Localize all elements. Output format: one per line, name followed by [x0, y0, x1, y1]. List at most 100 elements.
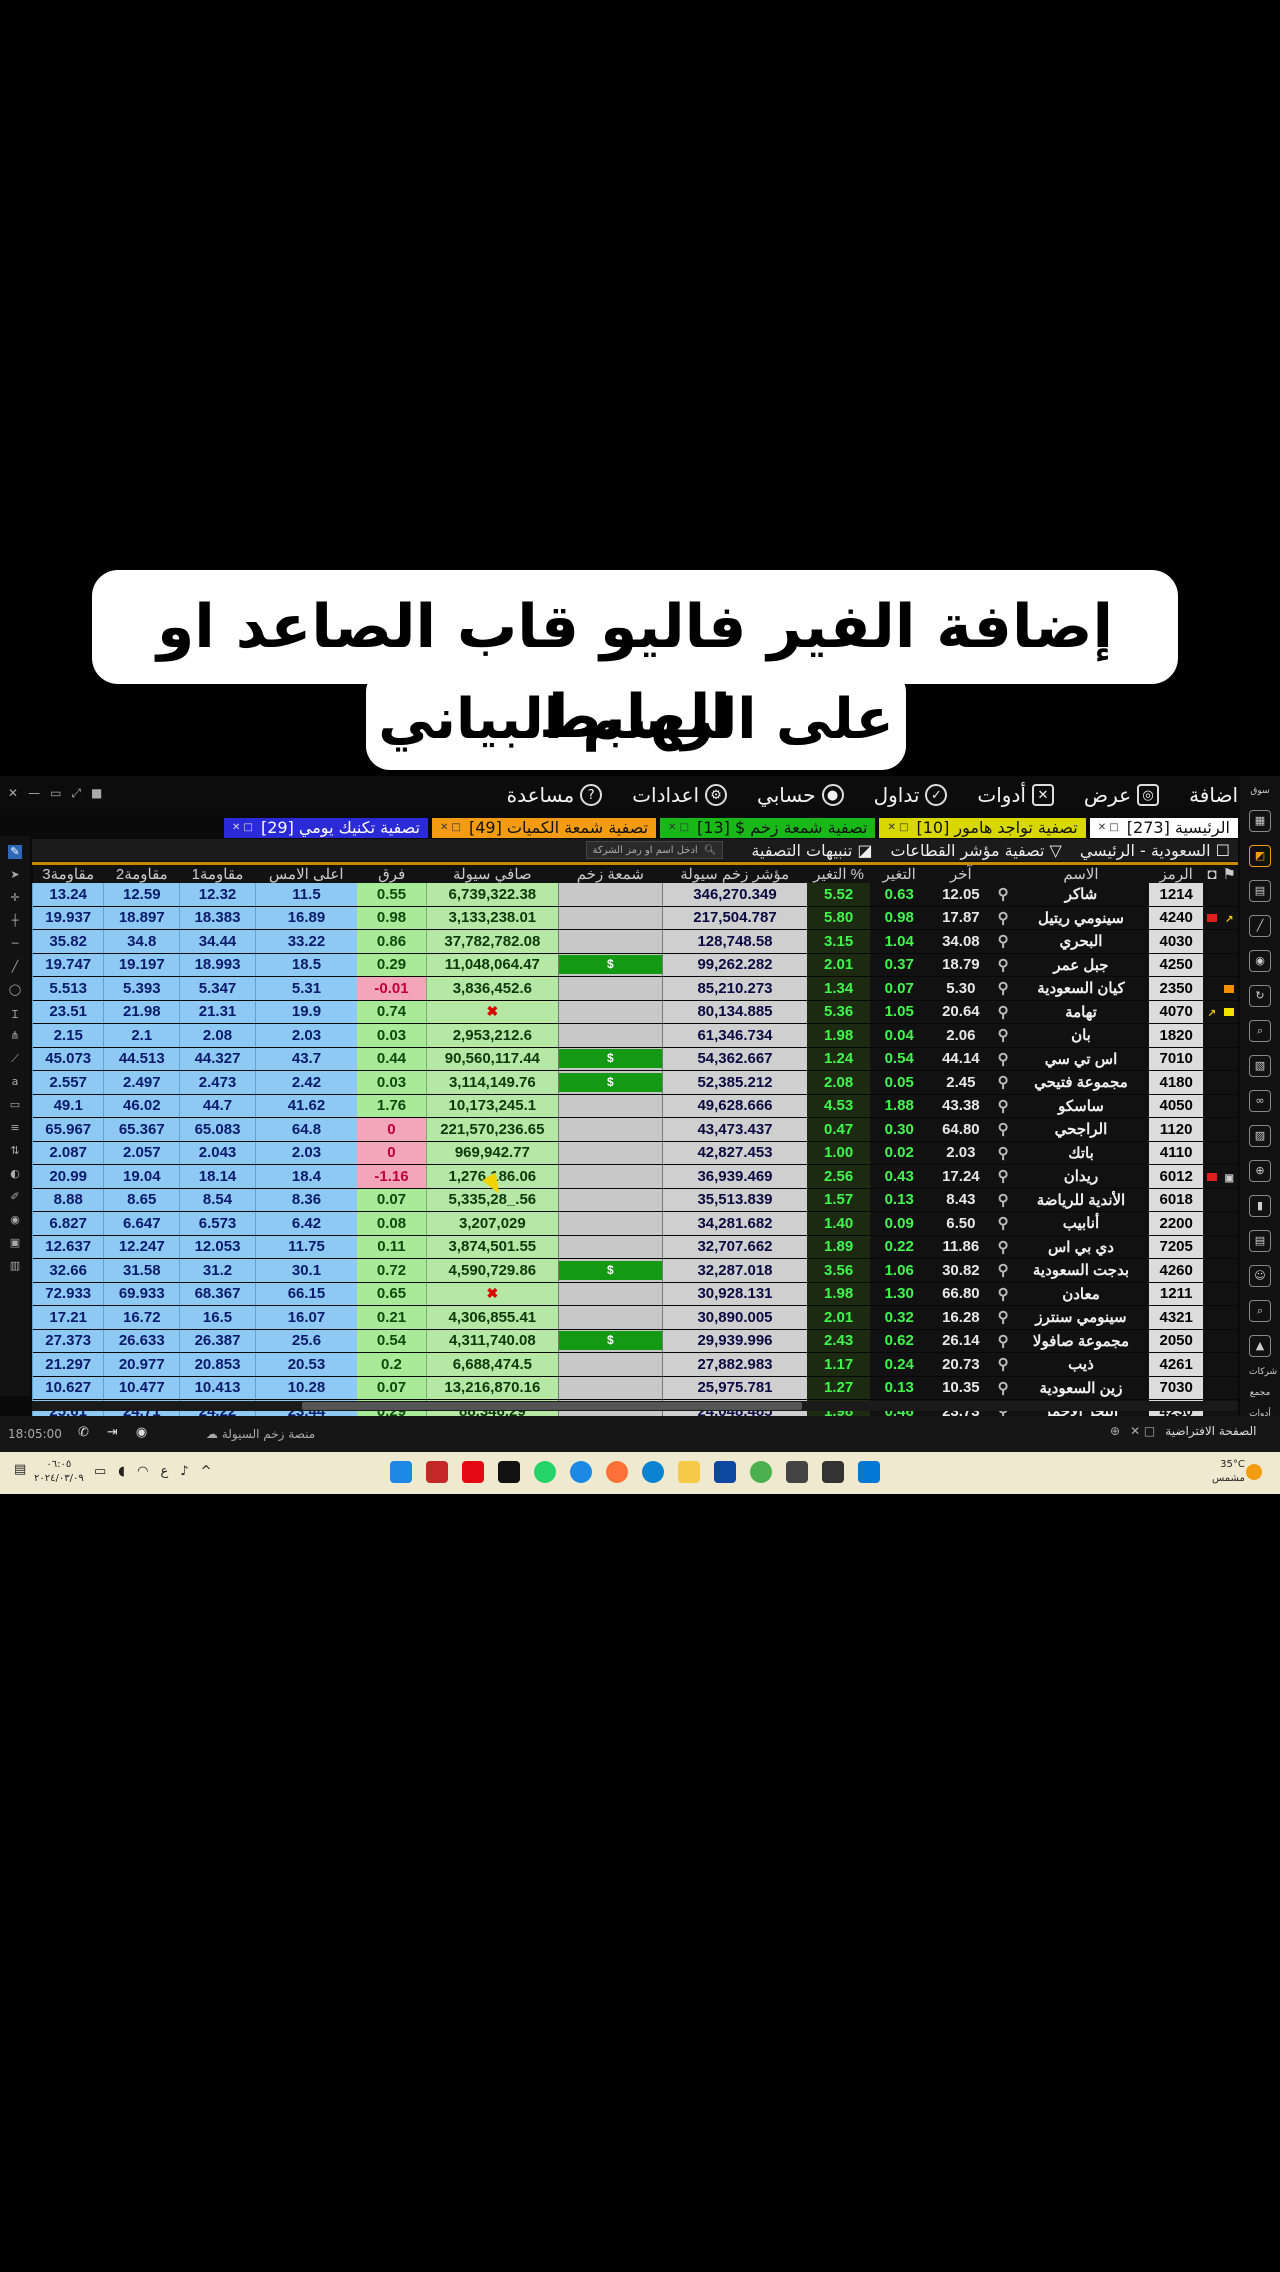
whatsapp-icon[interactable] — [534, 1461, 556, 1483]
table-row[interactable]: 32.66 31.58 31.2 30.1 0.72 4,590,729.86 $32,28… — [31, 1258, 1238, 1283]
logout-icon[interactable]: ⇥ — [107, 1425, 118, 1440]
table-row[interactable]: 49.1 46.02 44.7 41.62 1.76 10,173,245.1 49,628… — [31, 1094, 1238, 1118]
col-high[interactable]: اعلى الامس — [255, 865, 358, 883]
fib-icon[interactable]: ≡ — [8, 1121, 22, 1135]
table-row[interactable]: 12.637 12.247 12.053 11.75 0.11 3,874,501.55 3… — [31, 1235, 1238, 1259]
col-r1[interactable]: مقاومة1 — [179, 865, 256, 883]
col-r2[interactable]: مقاومة2 — [103, 865, 180, 883]
vscode-icon[interactable] — [390, 1461, 412, 1483]
col-last[interactable]: آخر — [928, 865, 994, 883]
menu-tools[interactable]: ✕ أدوات — [977, 783, 1054, 807]
trading-app-icon[interactable] — [822, 1461, 844, 1483]
table-row[interactable]: 72.933 69.933 68.367 66.15 0.65 ✖ 30,928.131 1.… — [31, 1282, 1238, 1306]
tab-close-icon[interactable]: □ ✕ — [887, 818, 908, 838]
ray-icon[interactable]: ⟋ — [8, 1052, 22, 1066]
col-candle[interactable]: شمعة زخم — [558, 865, 663, 883]
minimize-icon[interactable]: — — [28, 786, 40, 801]
expand-icon[interactable]: ⤢ — [71, 786, 81, 801]
pencil-icon[interactable]: ✎ — [8, 845, 22, 859]
col-diff[interactable]: فرق — [357, 865, 427, 883]
table-row[interactable]: 20.99 19.04 18.14 18.4 -1.16 1,276,186.06 36,9… — [31, 1164, 1238, 1189]
text-cursor-icon[interactable]: Ｉ — [8, 1006, 22, 1021]
trend-line-icon[interactable]: ╱ — [8, 960, 22, 974]
firefox-icon[interactable] — [606, 1461, 628, 1483]
calculator-icon[interactable]: ▧ — [1249, 1055, 1271, 1077]
col-pct[interactable]: التغير % — [807, 865, 870, 883]
tab-momentum[interactable]: تصفية شمعة زخم $ [13] □ ✕ — [660, 818, 876, 838]
person-icon[interactable]: ☺ — [1249, 1265, 1271, 1287]
screen-recorder-icon[interactable] — [426, 1461, 448, 1483]
table-row[interactable]: 35.82 34.8 34.44 33.22 0.86 37,782,782.08 128,… — [31, 929, 1238, 954]
col-name[interactable]: الاسم — [1012, 865, 1150, 883]
clock[interactable]: ٠٦:٠٥ ٢٠٢٤/٠٣/٠٩ — [34, 1458, 84, 1486]
wifi-icon[interactable]: ◠ — [137, 1464, 148, 1479]
search-input[interactable]: 🔍︎ ادخل اسم او رمز الشركة — [585, 841, 724, 859]
tab-hamour[interactable]: تصفية تواجد هامور [10] □ ✕ — [879, 818, 1086, 838]
arrows-icon[interactable]: ⇅ — [8, 1144, 22, 1158]
chart-icon[interactable]: ▦ — [1249, 810, 1271, 832]
table-row[interactable]: 5.513 5.393 5.347 5.31 -0.01 3,836,452.6 85,21… — [31, 976, 1238, 1001]
page-close-icon[interactable]: ✕ □ — [1130, 1424, 1155, 1438]
mic-icon[interactable]: ♪ — [180, 1464, 188, 1479]
tab-close-icon[interactable]: □ ✕ — [232, 818, 253, 838]
target-icon[interactable]: ⊕ — [1249, 1160, 1271, 1182]
page-tab[interactable]: ⊕ ✕ □ الصفحة الافتراضية — [1110, 1424, 1256, 1438]
eye-icon[interactable]: ◉ — [8, 1213, 22, 1227]
col-code[interactable]: الرمز — [1149, 865, 1204, 883]
table-row[interactable]: 21.297 20.977 20.853 20.53 0.2 6,688,474.5 27,… — [31, 1352, 1238, 1377]
table-row[interactable]: 45.073 44.513 44.327 43.7 0.44 90,560,117.44 $… — [31, 1047, 1238, 1071]
link-icon[interactable]: ∞ — [1249, 1090, 1271, 1112]
cursor-icon[interactable]: ➤ — [8, 868, 22, 882]
refresh-icon[interactable]: ↻ — [1249, 985, 1271, 1007]
col-liq[interactable]: مؤشر زخم سيولة — [662, 865, 808, 883]
table-row[interactable]: 23.51 21.98 21.31 19.9 0.74 ✖ 80,134.885 5.36 1.… — [31, 1000, 1238, 1024]
volume-icon[interactable]: ◖ — [118, 1464, 125, 1479]
hide-icon[interactable]: ◐ — [8, 1167, 22, 1181]
menu-help[interactable]: ? مساعدة — [507, 783, 603, 807]
tab-close-icon[interactable]: □ ✕ — [440, 818, 461, 838]
tiktok-icon[interactable] — [498, 1461, 520, 1483]
table-row[interactable]: 65.967 65.367 65.083 64.8 0 221,570,236.65 43,… — [31, 1117, 1238, 1142]
abc-icon[interactable]: a — [8, 1075, 22, 1089]
menu-trade[interactable]: ✓ تداول — [874, 783, 948, 807]
tab-volume[interactable]: تصفية شمعة الكميات [49] □ ✕ — [431, 818, 657, 838]
close-icon[interactable]: ✕ — [8, 786, 18, 801]
trash-icon[interactable]: ▥ — [8, 1259, 22, 1273]
col-r3[interactable]: مقاومة3 — [32, 865, 104, 883]
chart-active-icon[interactable]: ◩ — [1249, 845, 1271, 867]
measure-icon[interactable]: ▭ — [8, 1098, 22, 1112]
weather[interactable]: 35°C مشمس — [1212, 1458, 1245, 1486]
menu-view[interactable]: ◎ عرض — [1084, 783, 1160, 807]
col-net[interactable]: صافي سيولة — [426, 865, 559, 883]
phone-icon[interactable]: ✆ — [78, 1425, 89, 1440]
document-icon[interactable]: ▤ — [1249, 1230, 1271, 1252]
chevron-up-icon[interactable]: ^ — [201, 1464, 212, 1479]
table-row[interactable]: 17.21 16.72 16.5 16.07 0.21 4,306,855.41 30,89… — [31, 1305, 1238, 1330]
table-row[interactable]: 8.88 8.65 8.54 8.36 0.07 5,335,28_.56 35,513.8… — [31, 1188, 1238, 1212]
list-icon[interactable]: ▤ — [1249, 880, 1271, 902]
crosshair-icon[interactable]: ✛ — [8, 891, 22, 905]
table-row[interactable]: 10.627 10.477 10.413 10.28 0.07 13,216,870.16… — [31, 1376, 1238, 1400]
table-row[interactable]: 2.087 2.057 2.043 2.03 0 969,942.77 42,827.453… — [31, 1141, 1238, 1165]
table-row[interactable]: 19.937 18.897 18.383 16.89 0.98 3,133,238.01 2… — [31, 906, 1238, 930]
image-icon[interactable]: ▨ — [1249, 1125, 1271, 1147]
menu-account[interactable]: ● حسابي — [757, 783, 844, 807]
table-row[interactable]: 2.15 2.1 2.08 2.03 0.03 2,953,212.6 61,346.734… — [31, 1023, 1238, 1048]
filter-alerts[interactable]: ◪ تنبيهات التصفية — [751, 841, 872, 860]
eye-side-icon[interactable]: ◉ — [1249, 950, 1271, 972]
line-chart-icon[interactable]: ╱ — [1249, 915, 1271, 937]
netflix-icon[interactable] — [462, 1461, 484, 1483]
market-selector[interactable]: ☐ السعودية - الرئيسي — [1080, 841, 1230, 860]
user-icon[interactable]: ◉ — [136, 1425, 147, 1440]
vertical-line-icon[interactable]: ┼ — [8, 914, 22, 928]
windows-start-icon[interactable] — [858, 1461, 880, 1483]
circle-icon[interactable]: ◯ — [8, 983, 22, 997]
tab-close-icon[interactable]: □ ✕ — [1098, 818, 1119, 838]
tab-main[interactable]: الرئيسية [273] □ ✕ — [1089, 818, 1238, 838]
search-taskbar-icon[interactable] — [786, 1461, 808, 1483]
battery-icon[interactable]: ▭ — [94, 1464, 106, 1479]
horizontal-scrollbar[interactable] — [32, 1401, 1238, 1411]
sector-filter[interactable]: ▽ تصفية مؤشر القطاعات — [890, 841, 1061, 860]
scrollbar-thumb[interactable] — [302, 1402, 802, 1410]
tab-close-icon[interactable]: □ ✕ — [668, 818, 689, 838]
